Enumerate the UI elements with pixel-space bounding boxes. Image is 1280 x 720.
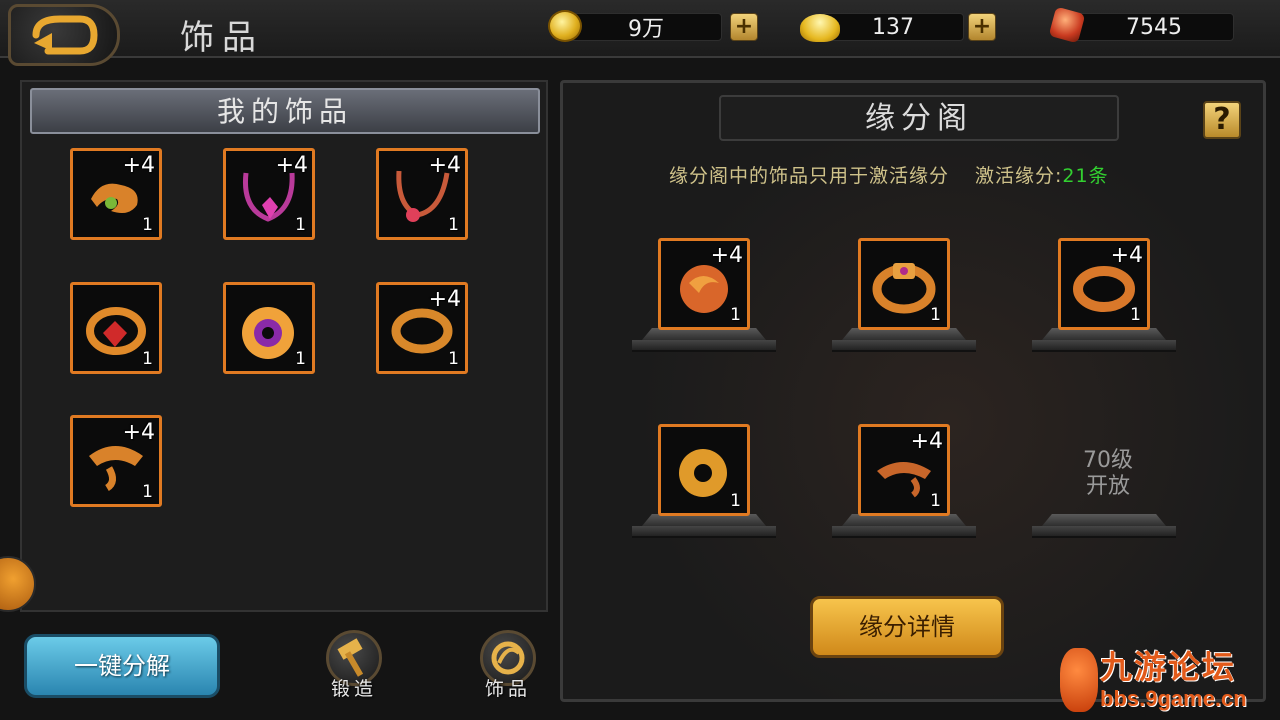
item-quantity: 1 (295, 215, 306, 235)
enhance-level: +4 (1110, 243, 1143, 268)
currency-coins: 9万 + (548, 10, 760, 42)
gold-disc-pendant-icon (679, 449, 727, 497)
item-gold-coil-ring[interactable]: +4 1 (376, 282, 468, 374)
enhance-level: +4 (910, 429, 943, 454)
enhance-level: +4 (122, 153, 155, 178)
pedestal-locked (1032, 514, 1176, 540)
item-quantity: 1 (1130, 305, 1141, 325)
back-arrow-icon (32, 15, 98, 55)
fate-info: 缘分阁中的饰品只用于激活缘分 激活缘分:21条 (669, 161, 1109, 188)
item-dragon-ornament[interactable]: +4 1 (70, 148, 162, 240)
one-click-decompose-button[interactable]: 一键分解 (24, 634, 220, 698)
ruby-ring-icon (86, 307, 146, 355)
add-coins-button[interactable]: + (730, 13, 758, 41)
pedestal (1032, 328, 1176, 354)
watermark-title: 九游论坛 (1100, 648, 1237, 686)
currency-gems: 7545 (1048, 6, 1236, 44)
enhance-level: +4 (275, 153, 308, 178)
gem-amount: 7545 (1074, 13, 1234, 41)
coin-amount: 9万 (570, 13, 722, 42)
fate-slot-jeweled-ring[interactable]: 1 (858, 238, 950, 330)
fate-info-text: 缘分阁中的饰品只用于激活缘分 (669, 165, 950, 187)
item-quantity: 1 (930, 491, 941, 511)
item-quantity: 1 (142, 349, 153, 369)
active-fate-label: 激活缘分: (975, 165, 1063, 187)
item-quantity: 1 (930, 305, 941, 325)
page-title: 饰品 (180, 18, 264, 58)
pedestal (832, 514, 976, 540)
currency-ingots: 137 + (800, 10, 1000, 42)
enhance-level: +4 (122, 420, 155, 445)
fate-details-button[interactable]: 缘分详情 (810, 596, 1004, 658)
pedestal (632, 328, 776, 354)
item-purple-pendant[interactable]: 1 (223, 282, 315, 374)
item-purple-necklace[interactable]: +4 1 (223, 148, 315, 240)
ingot-amount: 137 (822, 13, 964, 41)
my-items-title: 我的饰品 (30, 88, 540, 134)
item-ruby-ring[interactable]: 1 (70, 282, 162, 374)
item-quantity: 1 (448, 215, 459, 235)
item-quantity: 1 (730, 491, 741, 511)
pedestal (832, 328, 976, 354)
back-button[interactable] (8, 4, 120, 66)
locked-slot-text: 70级 开放 (1058, 448, 1158, 500)
add-ingots-button[interactable]: + (968, 13, 996, 41)
fate-slot-gold-disc-pendant[interactable]: 1 (658, 424, 750, 516)
item-quantity: 1 (730, 305, 741, 325)
enhance-level: +4 (710, 243, 743, 268)
forge-label: 锻造 (330, 678, 377, 700)
pedestal (632, 514, 776, 540)
item-ruby-necklace[interactable]: +4 1 (376, 148, 468, 240)
red-gem-icon (1048, 6, 1088, 44)
fate-slot-twist-ring[interactable]: +4 1 (1058, 238, 1150, 330)
gold-ingot-icon (800, 10, 840, 42)
top-bar: 饰品 9万 + 137 + 7545 (0, 0, 1280, 66)
fate-slot-snake-bracelet[interactable]: +4 1 (858, 424, 950, 516)
item-quantity: 1 (448, 349, 459, 369)
enhance-level: +4 (428, 153, 461, 178)
enhance-level: +4 (428, 287, 461, 312)
forge-tab-button[interactable]: 锻造 (314, 630, 394, 704)
jeweled-ring-icon (872, 263, 936, 314)
fate-pavilion-title: 缘分阁 (719, 95, 1119, 141)
locked-level: 70级 (1083, 448, 1133, 473)
watermark: 九游论坛 bbs.9game.cn (1060, 642, 1272, 718)
watermark-url: bbs.9game.cn (1100, 686, 1247, 711)
mascot-logo-icon (1060, 648, 1098, 712)
active-fate-count: 21条 (1062, 165, 1109, 187)
help-button[interactable]: ? (1203, 101, 1241, 139)
gold-coin-icon (548, 10, 584, 42)
fate-slot-dragon-ring[interactable]: +4 1 (658, 238, 750, 330)
ornament-tab-button[interactable]: 饰品 (468, 630, 548, 704)
ornament-label: 饰品 (484, 678, 531, 700)
item-gold-bracelet[interactable]: +4 1 (70, 415, 162, 507)
purple-pendant-icon (242, 307, 294, 359)
item-quantity: 1 (295, 349, 306, 369)
locked-open: 开放 (1085, 474, 1130, 499)
item-quantity: 1 (142, 215, 153, 235)
item-quantity: 1 (142, 482, 153, 502)
